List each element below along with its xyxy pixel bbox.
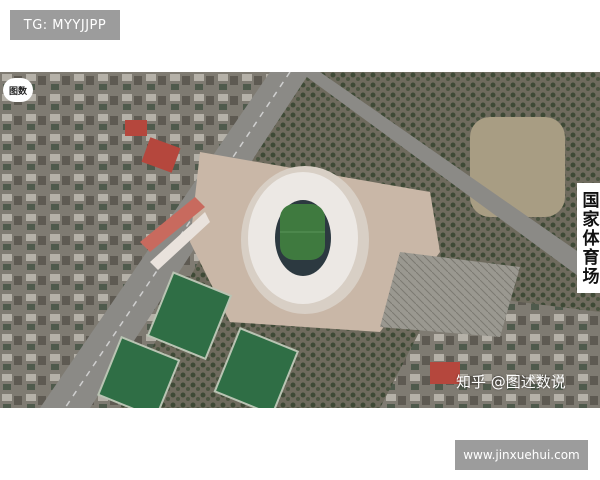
logo-badge: 图数: [3, 78, 33, 102]
zhihu-watermark: 知乎 @图述数说: [456, 373, 566, 391]
website-badge: www.jinxuehui.com: [455, 440, 588, 470]
aerial-photo-drawing: [0, 72, 600, 408]
aerial-stadium-photo: [0, 72, 600, 408]
top-channel-badge: TG: MYYJJPP: [10, 10, 120, 40]
stadium-name-label: 国家体育场: [577, 183, 600, 293]
